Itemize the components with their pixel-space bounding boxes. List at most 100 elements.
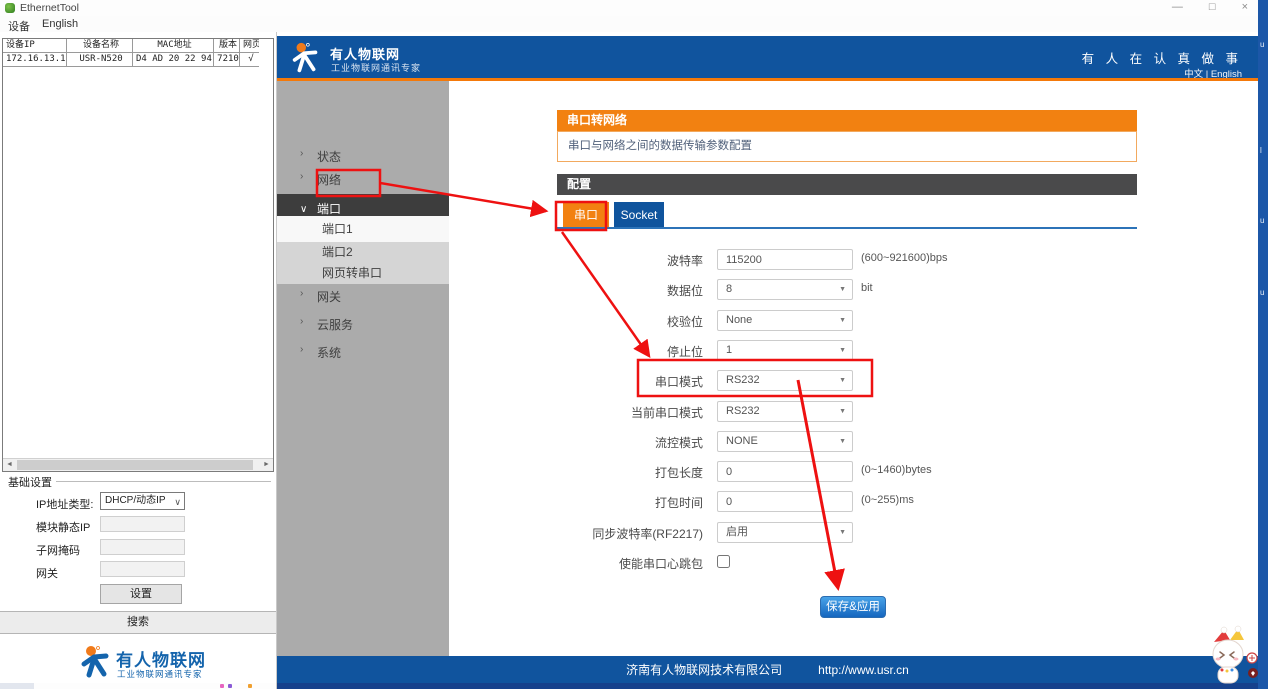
set-button[interactable]: 设置 <box>100 584 182 604</box>
static-ip-field[interactable] <box>100 516 185 532</box>
usr-logo-icon <box>81 646 109 678</box>
taskbar-segment <box>0 683 34 689</box>
right-edge-strip: u l u u <box>1258 0 1268 689</box>
chevron-right-icon: › <box>300 148 304 159</box>
app-icon <box>5 3 15 13</box>
packet-length-input[interactable] <box>717 461 853 482</box>
search-button[interactable]: 搜索 <box>0 611 276 634</box>
taskbar-sliver <box>0 683 277 689</box>
subnet-mask-label: 子网掩码 <box>36 545 80 557</box>
dropdown-arrow-icon: ▼ <box>839 377 846 384</box>
footer-url[interactable]: http://www.usr.cn <box>818 663 909 677</box>
form-row-databits: 数据位 8 ▼ bit <box>473 279 1173 301</box>
col-header-mac: MAC地址 <box>133 39 214 53</box>
page-title-banner: 串口转网络 <box>557 110 1137 131</box>
close-button-icon[interactable]: × <box>1242 1 1248 13</box>
taskbar-dot-icon <box>248 684 252 688</box>
ip-type-value: DHCP/动态IP <box>105 495 166 506</box>
form-row-heartbeat: 使能串口心跳包 <box>473 552 1173 574</box>
gateway-label: 网关 <box>36 568 58 580</box>
header-slogan: 有 人 在 认 真 做 事 <box>1081 52 1242 66</box>
taskbar-dot-icon <box>228 684 232 688</box>
flow-control-select[interactable]: NONE ▼ <box>717 431 853 452</box>
group-divider <box>52 481 271 482</box>
config-section-bar: 配置 <box>557 174 1137 195</box>
form-row-flow-control: 流控模式 NONE ▼ <box>473 431 1173 453</box>
dropdown-arrow-icon: ▼ <box>839 317 846 324</box>
col-header-web: 网页 <box>240 39 259 53</box>
sync-baudrate-select[interactable]: 启用 ▼ <box>717 522 853 543</box>
tab-serial[interactable]: 串口 <box>563 202 609 228</box>
device-table: 设备IP 设备名称 MAC地址 版本 网页 172.16.13.124 USR-… <box>3 39 259 67</box>
dropdown-arrow-icon: ▼ <box>839 347 846 354</box>
chevron-right-icon: › <box>300 171 304 182</box>
maximize-button-icon[interactable]: □ <box>1209 1 1216 13</box>
tab-underline <box>557 227 1137 229</box>
form-row-current-serial-mode: 当前串口模式 RS232 ▼ <box>473 401 1173 423</box>
save-apply-button[interactable]: 保存&应用 <box>820 596 886 618</box>
tab-socket[interactable]: Socket <box>614 202 664 228</box>
sidebar-item-port2[interactable]: 端口2 <box>277 242 449 263</box>
scroll-right-icon[interactable]: ► <box>260 459 273 471</box>
parity-select[interactable]: None ▼ <box>717 310 853 331</box>
web-sidebar: › 状态 › 网络 ∨ 端口 端口1 端口2 网页转串口 › 网关 › 云服务 … <box>277 81 449 656</box>
table-row[interactable]: 172.16.13.124 USR-N520 D4 AD 20 22 94 F0… <box>3 53 259 67</box>
form-row-packet-length: 打包长度 (0~1460)bytes <box>473 461 1173 483</box>
ip-type-select[interactable]: DHCP/动态IP ∨ <box>100 492 185 510</box>
form-row-parity: 校验位 None ▼ <box>473 310 1173 332</box>
current-serial-mode-select[interactable]: RS232 ▼ <box>717 401 853 422</box>
dropdown-arrow-icon: ▼ <box>839 408 846 415</box>
gateway-field[interactable] <box>100 561 185 577</box>
web-config-page: 有人物联网 工业物联网通讯专家 有 人 在 认 真 做 事 中文 | Engli… <box>277 32 1258 689</box>
scrollbar-thumb[interactable] <box>17 460 253 470</box>
form-row-serial-mode: 串口模式 RS232 ▼ <box>473 370 1173 392</box>
sidebar-item-port1[interactable]: 端口1 <box>277 216 449 242</box>
device-panel: 设备IP 设备名称 MAC地址 版本 网页 172.16.13.124 USR-… <box>0 32 277 689</box>
window-controls: — □ × <box>1172 1 1248 13</box>
table-header-row: 设备IP 设备名称 MAC地址 版本 网页 <box>3 39 259 53</box>
chevron-right-icon: › <box>300 344 304 355</box>
usr-logo-white-icon <box>292 42 318 73</box>
subnet-mask-field[interactable] <box>100 539 185 555</box>
minimize-button-icon[interactable]: — <box>1172 1 1183 13</box>
ip-type-label: IP地址类型: <box>36 499 94 511</box>
web-footer: 济南有人物联网技术有限公司 http://www.usr.cn <box>277 656 1258 683</box>
cell-device-name[interactable]: USR-N520 <box>67 53 133 67</box>
sidebar-item-port[interactable]: ∨ 端口 <box>277 194 449 216</box>
scroll-left-icon[interactable]: ◄ <box>3 459 16 471</box>
col-header-ip: 设备IP <box>3 39 67 53</box>
packet-time-input[interactable] <box>717 491 853 512</box>
chevron-right-icon: › <box>300 316 304 327</box>
heartbeat-checkbox[interactable] <box>717 555 730 568</box>
col-header-name: 设备名称 <box>67 39 133 53</box>
cell-device-version[interactable]: 7210 <box>214 53 240 67</box>
footer-company: 济南有人物联网技术有限公司 <box>626 663 783 677</box>
col-header-version: 版本 <box>214 39 240 53</box>
window-title: EthernetTool <box>20 2 79 14</box>
device-list: 设备IP 设备名称 MAC地址 版本 网页 172.16.13.124 USR-… <box>2 38 274 472</box>
cell-device-mac[interactable]: D4 AD 20 22 94 F0 <box>133 53 214 67</box>
chevron-right-icon: › <box>300 288 304 299</box>
web-brand-subtitle: 工业物联网通讯专家 <box>331 63 422 73</box>
serial-mode-select[interactable]: RS232 ▼ <box>717 370 853 391</box>
static-ip-label: 模块静态IP <box>36 522 91 534</box>
baudrate-input[interactable] <box>717 249 853 270</box>
panel-logo-subtitle: 工业物联网通讯专家 <box>117 669 203 679</box>
dropdown-arrow-icon: ▼ <box>839 286 846 293</box>
horizontal-scrollbar[interactable]: ◄ ► <box>3 458 273 471</box>
dropdown-arrow-icon: ▼ <box>839 438 846 445</box>
menu-english[interactable]: English <box>42 18 78 30</box>
cell-device-weblink[interactable]: √ <box>240 53 259 67</box>
taskbar-dot-icon <box>220 684 224 688</box>
footer-bottom-strip <box>277 683 1258 689</box>
form-row-packet-time: 打包时间 (0~255)ms <box>473 491 1173 513</box>
basic-settings-title: 基础设置 <box>8 474 56 490</box>
page-description: 串口与网络之间的数据传输参数配置 <box>557 131 1137 162</box>
form-row-sync-baudrate: 同步波特率(RF2217) 启用 ▼ <box>473 522 1173 544</box>
databits-select[interactable]: 8 ▼ <box>717 279 853 300</box>
cell-device-ip[interactable]: 172.16.13.124 <box>3 53 67 67</box>
dropdown-arrow-icon: ▼ <box>839 529 846 536</box>
stopbits-select[interactable]: 1 ▼ <box>717 340 853 361</box>
sidebar-item-web2serial[interactable]: 网页转串口 <box>277 263 449 284</box>
web-header: 有人物联网 工业物联网通讯专家 有 人 在 认 真 做 事 中文 | Engli… <box>277 36 1258 80</box>
